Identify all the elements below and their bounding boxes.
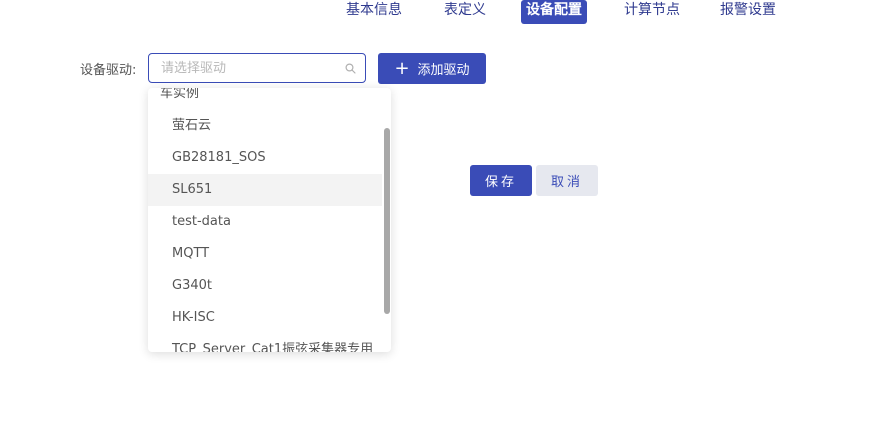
tab-compute-node[interactable]: 计算节点 — [624, 0, 680, 24]
save-button[interactable]: 保存 — [470, 165, 532, 196]
search-icon — [345, 63, 356, 74]
tab-basic-info[interactable]: 基本信息 — [346, 0, 402, 24]
tab-bar: 基本信息 表定义 设备配置 计算节点 报警设置 — [0, 0, 894, 26]
driver-select[interactable] — [148, 53, 366, 83]
driver-option-list[interactable]: 车实例 萤石云 GB28181_SOS SL651 test-data MQTT… — [148, 88, 382, 352]
add-driver-button[interactable]: + 添加驱动 — [378, 53, 486, 84]
cancel-button[interactable]: 取消 — [536, 165, 598, 196]
driver-dropdown: 车实例 萤石云 GB28181_SOS SL651 test-data MQTT… — [148, 88, 391, 352]
driver-option[interactable]: 萤石云 — [148, 110, 382, 142]
tab-table-definition[interactable]: 表定义 — [444, 0, 486, 24]
driver-option[interactable]: test-data — [148, 206, 382, 238]
dropdown-scrollbar[interactable] — [382, 88, 391, 352]
driver-option[interactable]: MQTT — [148, 238, 382, 270]
dropdown-scrollbar-thumb[interactable] — [384, 128, 390, 314]
tab-device-config[interactable]: 设备配置 — [521, 0, 587, 24]
driver-option[interactable]: G340t — [148, 270, 382, 302]
driver-option[interactable]: HK-ISC — [148, 302, 382, 334]
driver-option-hovered[interactable]: SL651 — [148, 174, 382, 206]
add-driver-label: 添加驱动 — [417, 63, 470, 78]
plus-icon: + — [394, 57, 410, 79]
driver-option[interactable]: GB28181_SOS — [148, 142, 382, 174]
driver-search-input[interactable] — [149, 54, 339, 82]
tab-alarm-settings[interactable]: 报警设置 — [720, 0, 776, 24]
driver-label: 设备驱动: — [80, 63, 137, 78]
driver-option-partial[interactable]: 车实例 — [148, 88, 382, 110]
driver-option[interactable]: TCP_Server_Cat1振弦采集器专用 — [148, 334, 382, 352]
